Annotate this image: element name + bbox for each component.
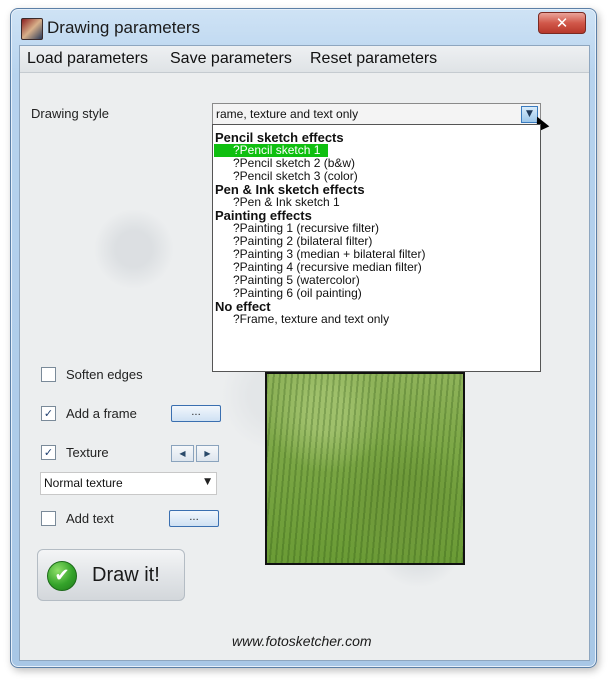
soften-edges-label: Soften edges [66, 367, 143, 382]
window-title: Drawing parameters [47, 18, 201, 37]
texture-next-button[interactable]: ▶ [196, 445, 219, 462]
dropdown-item-frame-texture-text[interactable]: ?Frame, texture and text only [233, 313, 560, 326]
texture-label: Texture [66, 445, 109, 460]
text-options-button[interactable]: ... [169, 510, 219, 527]
checkmark-icon: ✔ [47, 561, 77, 591]
preview-image [265, 372, 465, 565]
close-button[interactable]: ✕ [538, 12, 586, 34]
menu-load-parameters[interactable]: Load parameters [27, 50, 148, 68]
drawing-style-value: rame, texture and text only [216, 107, 359, 121]
add-frame-label: Add a frame [66, 406, 137, 421]
app-icon [21, 18, 43, 40]
texture-select-value: Normal texture [44, 476, 123, 490]
texture-checkbox[interactable]: ✓ [41, 445, 56, 460]
add-text-label: Add text [66, 511, 114, 526]
add-frame-checkbox[interactable]: ✓ [41, 406, 56, 421]
dropdown-item-painting-6[interactable]: ?Painting 6 (oil painting) [233, 287, 560, 300]
website-link[interactable]: www.fotosketcher.com [232, 633, 372, 649]
client-area: Load parameters Save parameters Reset pa… [19, 45, 590, 661]
draw-it-label: Draw it! [92, 564, 160, 586]
menu-save-parameters[interactable]: Save parameters [170, 50, 292, 68]
chevron-down-icon: ▼ [204, 477, 211, 487]
menu-reset-parameters[interactable]: Reset parameters [310, 50, 437, 68]
drawing-style-label: Drawing style [31, 106, 110, 121]
frame-options-button[interactable]: ... [171, 405, 221, 422]
menu-bar: Load parameters Save parameters Reset pa… [20, 46, 589, 73]
texture-select[interactable]: Normal texture ▼ [40, 472, 217, 495]
drawing-style-combobox[interactable]: rame, texture and text only ▼ [212, 103, 541, 125]
draw-it-button[interactable]: ✔ Draw it! [37, 549, 185, 601]
add-text-checkbox[interactable] [41, 511, 56, 526]
title-bar[interactable]: Drawing parameters ✕ [11, 9, 596, 40]
drawing-parameters-window: Drawing parameters ✕ Load parameters Sav… [10, 8, 597, 668]
texture-prev-button[interactable]: ◀ [171, 445, 194, 462]
soften-edges-checkbox[interactable] [41, 367, 56, 382]
drawing-style-dropdown-list: Pencil sketch effects ?Pencil sketch 1 ?… [212, 124, 541, 372]
